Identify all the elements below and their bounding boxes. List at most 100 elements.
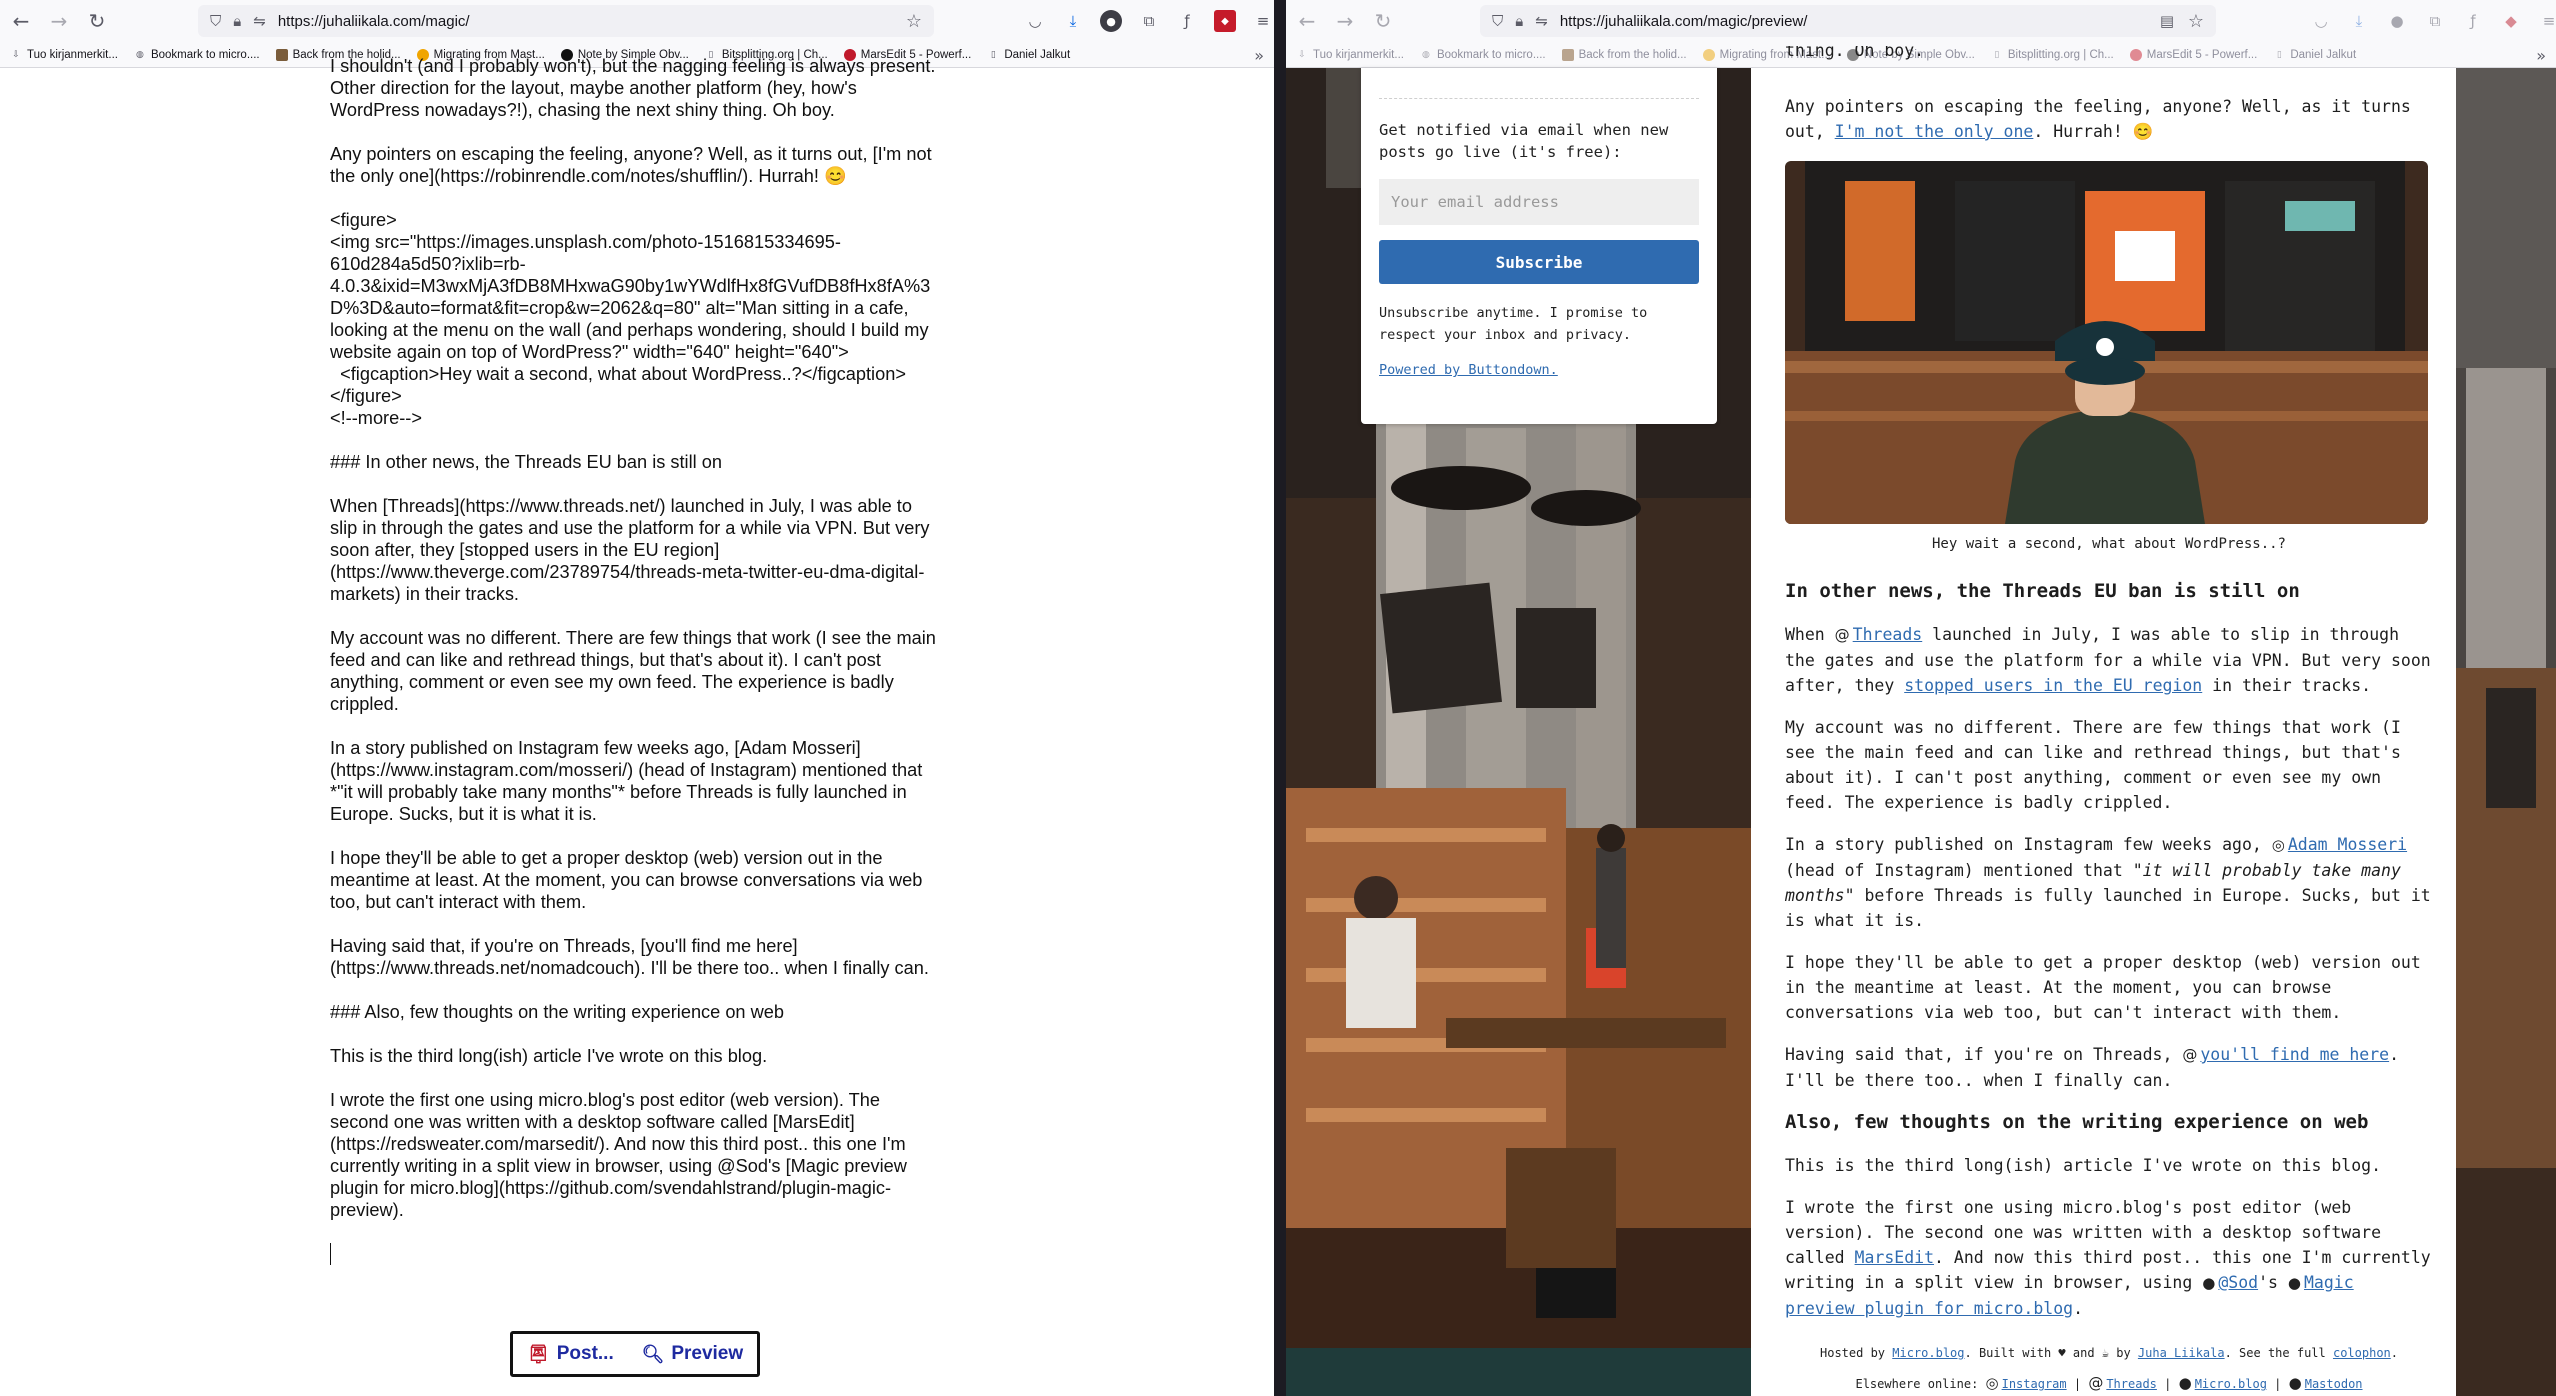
bookmark-item[interactable]: ⇩ Tuo kirjanmerkit... (1296, 49, 1404, 61)
bookmark-item[interactable]: ▯ Daniel Jalkut (987, 49, 1070, 61)
forward-arrow-icon[interactable]: → (1328, 4, 1362, 38)
magnifier-icon: 🔍︎ (641, 1343, 665, 1365)
text: In a story published on Instagram few we… (1785, 835, 2272, 854)
account-icon[interactable]: ● (1100, 10, 1122, 32)
preview-button[interactable]: 🔍︎ Preview (641, 1343, 743, 1365)
shield-icon[interactable]: ⛉ (210, 12, 221, 30)
text: Hosted by (1820, 1346, 1893, 1360)
shield-icon[interactable]: ⛉ (1492, 12, 1503, 30)
threads-link[interactable]: Threads (1853, 625, 1923, 644)
bookmark-item[interactable]: ▯ Daniel Jalkut (2273, 49, 2356, 61)
site-favicon-icon (1702, 48, 1715, 61)
editor-paragraph: Having said that, if you're on Threads, … (330, 936, 929, 978)
bookmark-label: Bookmark to micro.... (150, 48, 260, 61)
microblog-icon: ● (2178, 1374, 2192, 1392)
extensions-icon[interactable]: ⧉ (1134, 6, 1164, 36)
reload-icon[interactable]: ↻ (80, 4, 114, 38)
globe-icon: ◍ (1422, 49, 1430, 60)
reader-view-icon[interactable]: ▤ (2160, 12, 2174, 30)
toolbar-icons: ◡ ⤓ ● ⧉ ƒ ◆ ≡ (1020, 6, 1274, 36)
editor-paragraph: I wrote the first one using micro.blog's… (330, 1090, 912, 1220)
ublock-icon[interactable]: ◆ (1214, 10, 1236, 32)
script-icon[interactable]: ƒ (2458, 6, 2488, 36)
page-icon: ▯ (990, 49, 996, 60)
bookmark-label: Tuo kirjanmerkit... (27, 48, 118, 61)
author-link[interactable]: Juha Liikala (2138, 1346, 2225, 1360)
email-field[interactable]: Your email address (1379, 179, 1699, 225)
menu-icon[interactable]: ≡ (2534, 6, 2556, 36)
bookmark-item[interactable]: ▯ Bitsplitting.org | Ch... (1991, 49, 2113, 61)
sod-link[interactable]: @Sod (2218, 1273, 2258, 1292)
newsletter-text: Get notified via email when new posts go… (1379, 121, 1669, 161)
powered-by-link[interactable]: Powered by Buttondown. (1379, 362, 1699, 378)
mastodon-link[interactable]: Mastodon (2305, 1377, 2363, 1391)
site-favicon-icon (1561, 48, 1574, 61)
text: (head of Instagram) mentioned that (1785, 861, 2133, 880)
pocket-icon[interactable]: ◡ (2306, 6, 2336, 36)
download-icon[interactable]: ⤓ (2344, 6, 2374, 36)
ublock-icon[interactable]: ◆ (2496, 6, 2526, 36)
colophon-link[interactable]: colophon (2333, 1346, 2391, 1360)
text: 's (2258, 1273, 2288, 1292)
text: . (2390, 1346, 2398, 1360)
permissions-icon[interactable]: ⇋ (253, 12, 266, 30)
lock-icon[interactable]: 🔒︎ (1515, 12, 1523, 30)
bookmark-star-icon[interactable]: ☆ (2188, 11, 2204, 32)
mailbox-icon: 📮︎ (526, 1343, 550, 1365)
account-icon[interactable]: ● (2382, 6, 2412, 36)
url-text[interactable]: https://juhaliikala.com/magic/ (278, 13, 470, 30)
back-arrow-icon[interactable]: ← (1290, 4, 1324, 38)
cafe-menu-photo (1785, 161, 2428, 524)
bookmark-item[interactable]: MarsEdit 5 - Powerf... (2129, 48, 2257, 61)
chevron-more-icon[interactable]: » (2536, 46, 2546, 65)
bookmark-item[interactable]: Back from the holid... (1561, 48, 1687, 61)
article-preview: Any pointers on escaping the feeling, an… (1785, 68, 2433, 1396)
lock-icon[interactable]: 🔒︎ (233, 12, 241, 30)
marsedit-link[interactable]: MarsEdit (1855, 1248, 1934, 1267)
find-me-link[interactable]: you'll find me here (2200, 1045, 2389, 1064)
article-paragraph: I wrote the first one using micro.blog's… (1785, 1195, 2433, 1321)
back-arrow-icon[interactable]: ← (4, 4, 38, 38)
page-icon: ▯ (1994, 49, 2000, 60)
browser-window-preview: ← → ↻ ⛉ 🔒︎ ⇋ https://juhaliikala.com/mag… (1286, 0, 2556, 1396)
article-paragraph: My account was no different. There are f… (1785, 718, 2401, 812)
post-button[interactable]: 📮︎ Post... (527, 1343, 614, 1365)
menu-icon[interactable]: ≡ (1248, 6, 1274, 36)
text: . Hurrah! 😊 (2033, 122, 2154, 141)
text: . Built with ♥ and ☕ by (1964, 1346, 2138, 1360)
markdown-editor[interactable]: I shouldn't (and I probably won't), but … (330, 56, 941, 1265)
address-bar[interactable]: ⛉ 🔒︎ ⇋ https://juhaliikala.com/magic/pre… (1480, 5, 2216, 37)
editor-paragraph: My account was no different. There are f… (330, 628, 941, 714)
microblog-link[interactable]: Micro.blog (2195, 1377, 2267, 1391)
reload-icon[interactable]: ↻ (1366, 4, 1400, 38)
chevron-more-icon[interactable]: » (1254, 46, 1264, 65)
site-favicon-icon (2129, 48, 2142, 61)
text-caret (330, 1243, 331, 1265)
subscribe-button[interactable]: Subscribe (1379, 240, 1699, 284)
script-icon[interactable]: ƒ (1172, 6, 1202, 36)
pocket-icon[interactable]: ◡ (1020, 6, 1050, 36)
bookmark-item[interactable]: ◍ Bookmark to micro.... (1420, 49, 1546, 61)
article-paragraph: Any pointers on escaping the feeling, an… (1785, 94, 2433, 144)
address-bar[interactable]: ⛉ 🔒︎ ⇋ https://juhaliikala.com/magic/ ☆ (198, 5, 934, 37)
bookmark-item[interactable]: ◍ Bookmark to micro.... (134, 49, 260, 61)
hero-image (1785, 161, 2428, 524)
article-paragraph: I hope they'll be able to get a proper d… (1785, 953, 2421, 1022)
download-icon[interactable]: ⤓ (1058, 6, 1088, 36)
extensions-icon[interactable]: ⧉ (2420, 6, 2450, 36)
permissions-icon[interactable]: ⇋ (1535, 12, 1548, 30)
eu-region-link[interactable]: stopped users in the EU region (1904, 676, 2202, 695)
microblog-link[interactable]: Micro.blog (1892, 1346, 1964, 1360)
not-only-one-link[interactable]: I'm not the only one (1835, 122, 2034, 141)
text: . (2073, 1299, 2084, 1318)
page-icon: ▯ (2276, 49, 2282, 60)
mosseri-link[interactable]: Adam Mosseri (2288, 835, 2407, 854)
bookmark-star-icon[interactable]: ☆ (906, 11, 922, 32)
instagram-link[interactable]: Instagram (2002, 1377, 2067, 1391)
threads-link[interactable]: Threads (2106, 1377, 2157, 1391)
editor-paragraph: This is the third long(ish) article I've… (330, 1046, 768, 1066)
bookmark-item[interactable]: ⇩ Tuo kirjanmerkit... (10, 49, 118, 61)
forward-arrow-icon[interactable]: → (42, 4, 76, 38)
url-text[interactable]: https://juhaliikala.com/magic/preview/ (1560, 13, 1808, 30)
article-paragraph: When @ Threads launched in July, I was ab… (1785, 622, 2433, 698)
